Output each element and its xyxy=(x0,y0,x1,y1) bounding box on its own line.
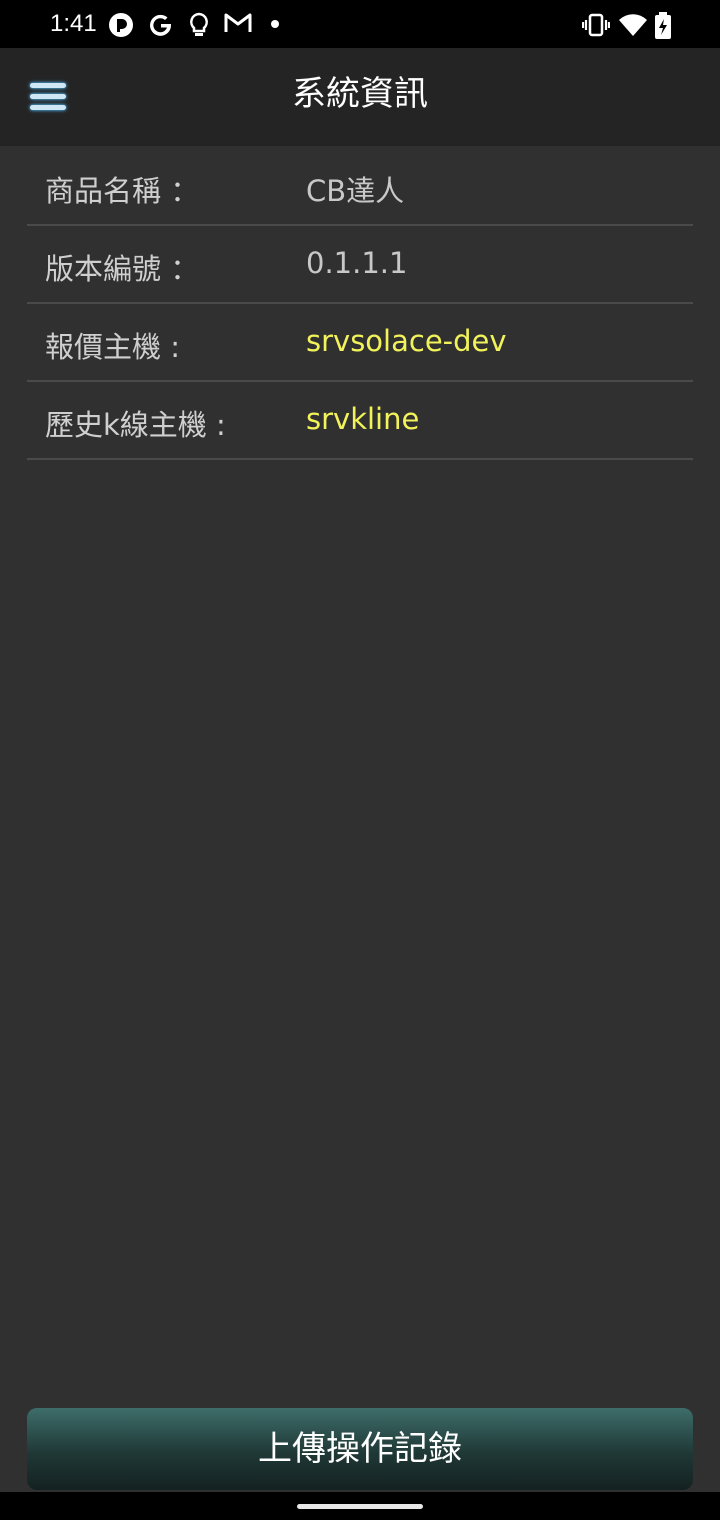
info-label: 歷史k線主機 : xyxy=(45,408,226,442)
info-row-quote-server: 報價主機 : srvsolace-dev xyxy=(27,304,693,382)
gmail-icon xyxy=(224,13,252,32)
upload-log-button[interactable]: 上傳操作記錄 xyxy=(27,1408,693,1490)
wifi-icon xyxy=(619,14,647,36)
info-label: 版本編號 ： xyxy=(45,252,200,286)
system-info-list: 商品名稱 ： CB達人 版本編號 ： 0.1.1.1 報價主機 : srvsol… xyxy=(27,148,693,460)
info-value: srvkline xyxy=(306,402,420,436)
dot-icon xyxy=(271,20,279,28)
pocket-casts-icon xyxy=(109,13,133,37)
home-indicator[interactable] xyxy=(297,1504,423,1509)
status-bar: 1:41 xyxy=(0,0,720,48)
info-row-version: 版本編號 ： 0.1.1.1 xyxy=(27,226,693,304)
app-bar: 系統資訊 xyxy=(0,48,720,146)
google-icon xyxy=(150,14,171,36)
navigation-bar xyxy=(0,1492,720,1520)
info-label: 報價主機 : xyxy=(45,330,180,364)
info-row-product-name: 商品名稱 ： CB達人 xyxy=(27,148,693,226)
info-value: CB達人 xyxy=(306,174,405,208)
info-value: 0.1.1.1 xyxy=(306,246,408,280)
lightbulb-icon xyxy=(190,12,208,36)
info-row-kline-server: 歷史k線主機 : srvkline xyxy=(27,382,693,460)
info-label: 商品名稱 ： xyxy=(45,174,200,208)
vibrate-icon xyxy=(582,13,610,37)
status-time: 1:41 xyxy=(50,10,97,37)
page-title: 系統資訊 xyxy=(292,74,428,114)
battery-charging-icon xyxy=(655,12,671,39)
info-value: srvsolace-dev xyxy=(306,324,507,358)
